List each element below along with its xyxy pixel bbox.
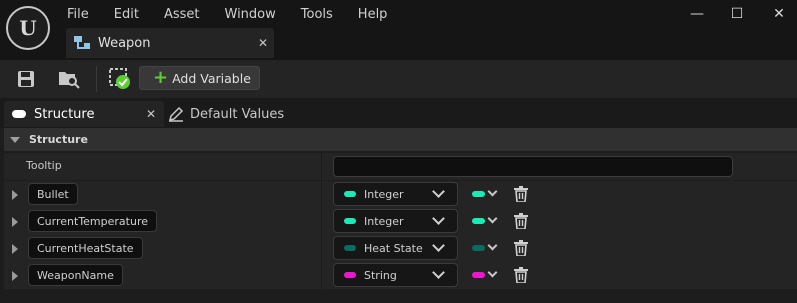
chevron-down-icon [432, 266, 445, 279]
tab-structure[interactable]: Structure ✕ [4, 101, 164, 127]
toolbar-separator [96, 66, 97, 92]
variable-name-field[interactable]: Bullet [28, 183, 78, 205]
struct-asset-icon [74, 36, 90, 50]
container-type-icon[interactable] [472, 245, 485, 251]
tab-default-values[interactable]: Default Values [168, 101, 284, 127]
variable-type-label: Integer [364, 214, 404, 228]
menu-file[interactable]: File [60, 7, 96, 22]
trash-icon[interactable] [514, 186, 528, 202]
menu-help[interactable]: Help [351, 7, 395, 22]
structure-section-header[interactable]: Structure [4, 128, 797, 151]
variable-type-label: Heat State [364, 241, 423, 255]
trash-icon[interactable] [514, 240, 528, 256]
variable-type-label: String [364, 268, 397, 282]
maximize-button[interactable]: ☐ [722, 4, 752, 24]
container-chevron-icon[interactable] [487, 186, 498, 197]
container-type-icon[interactable] [472, 191, 485, 197]
variable-row: CurrentHeatState Heat State [4, 235, 797, 262]
variable-type-dropdown[interactable]: String [333, 263, 458, 287]
container-chevron-icon[interactable] [487, 267, 498, 278]
variable-type-dropdown[interactable]: Integer [333, 209, 458, 233]
variable-type-dropdown[interactable]: Heat State [333, 236, 458, 260]
close-window-button[interactable]: ✕ [764, 4, 794, 24]
container-type-icon[interactable] [472, 272, 485, 278]
type-color-pill [344, 245, 356, 251]
column-divider [321, 181, 322, 208]
asset-tab-weapon[interactable]: Weapon ✕ [66, 28, 274, 58]
chevron-down-icon [432, 239, 445, 252]
section-title: Structure [29, 133, 88, 146]
column-divider [321, 262, 322, 289]
tab-default-values-label: Default Values [190, 106, 285, 122]
title-bar: U File Edit Asset Window Tools Help — ☐ … [0, 0, 797, 60]
panel-tabs: Structure ✕ Default Values [0, 98, 797, 128]
column-divider [321, 208, 322, 235]
tab-structure-label: Structure [34, 106, 95, 122]
variable-name-field[interactable]: CurrentHeatState [28, 237, 143, 259]
unreal-logo-icon[interactable]: U [6, 6, 50, 50]
menu-bar: File Edit Asset Window Tools Help [60, 4, 405, 24]
add-variable-label: Add Variable [172, 70, 251, 86]
type-color-pill [344, 191, 356, 197]
variable-type-dropdown[interactable]: Integer [333, 182, 458, 206]
trash-icon[interactable] [514, 213, 528, 229]
close-structure-tab-icon[interactable]: ✕ [138, 107, 164, 121]
apply-checkmark-icon[interactable] [108, 67, 132, 91]
chevron-down-icon [432, 185, 445, 198]
edit-pencil-icon [168, 106, 184, 122]
container-chevron-icon[interactable] [487, 213, 498, 224]
structure-tab-icon [12, 110, 26, 118]
save-icon[interactable] [14, 67, 38, 91]
variable-row: WeaponName String [4, 262, 797, 289]
collapse-arrow-icon [10, 136, 20, 143]
menu-tools[interactable]: Tools [294, 7, 340, 22]
variable-type-label: Integer [364, 187, 404, 201]
add-variable-button[interactable]: + Add Variable [139, 66, 260, 90]
chevron-down-icon [432, 212, 445, 225]
menu-edit[interactable]: Edit [107, 7, 146, 22]
menu-window[interactable]: Window [218, 7, 283, 22]
type-color-pill [344, 218, 356, 224]
structure-panel: Structure Tooltip Bullet Integer Current… [0, 128, 797, 303]
container-chevron-icon[interactable] [487, 240, 498, 251]
expand-arrow-icon[interactable] [12, 217, 18, 227]
variable-name-field[interactable]: WeaponName [28, 264, 123, 286]
asset-tab-label: Weapon [98, 35, 151, 51]
tooltip-input[interactable] [333, 156, 733, 177]
expand-arrow-icon[interactable] [12, 244, 18, 254]
column-divider [321, 235, 322, 262]
toolbar: + Add Variable [0, 60, 797, 98]
browse-to-asset-icon[interactable] [57, 67, 81, 91]
tooltip-label: Tooltip [26, 159, 62, 172]
tooltip-row: Tooltip [4, 153, 797, 180]
variable-row: CurrentTemperature Integer [4, 208, 797, 235]
expand-arrow-icon[interactable] [12, 190, 18, 200]
close-tab-icon[interactable]: ✕ [252, 36, 274, 50]
expand-arrow-icon[interactable] [12, 271, 18, 281]
variable-row: Bullet Integer [4, 181, 797, 208]
minimize-button[interactable]: — [682, 4, 712, 24]
column-divider [321, 153, 322, 180]
menu-asset[interactable]: Asset [157, 7, 207, 22]
trash-icon[interactable] [514, 267, 528, 283]
plus-icon: + [153, 67, 169, 88]
container-type-icon[interactable] [472, 218, 485, 224]
type-color-pill [344, 272, 356, 278]
variable-name-field[interactable]: CurrentTemperature [28, 210, 157, 232]
